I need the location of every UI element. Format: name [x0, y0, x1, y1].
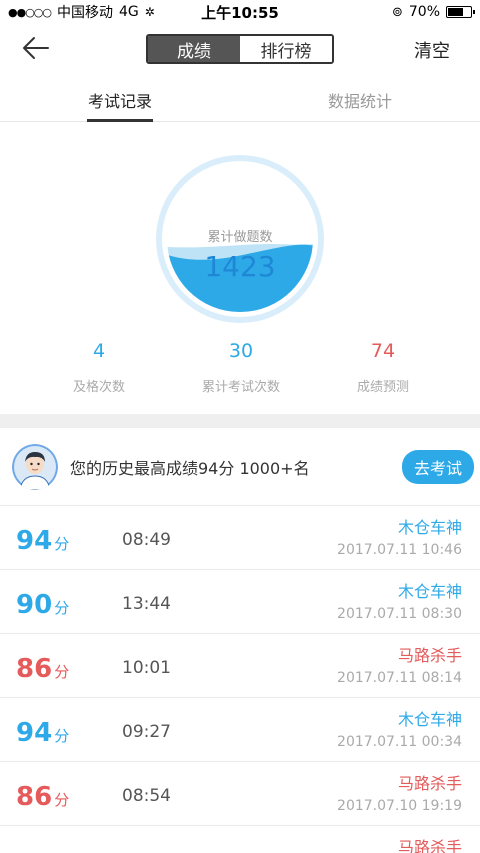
score-unit: 分: [54, 599, 70, 617]
back-arrow-icon[interactable]: [20, 34, 52, 62]
record-title: 马路杀手: [397, 838, 462, 853]
record-score: 94 分: [16, 718, 69, 748]
record-row[interactable]: 94 分 08:49 木仓车神 2017.07.11 10:46: [0, 506, 480, 570]
tab-label: 考试记录: [87, 92, 152, 111]
record-title: 马路杀手: [397, 774, 462, 793]
record-duration: 09:27: [122, 722, 171, 742]
status-bar: ●●○○○ 中国移动 4G ✲ 上午10:55 ⊚ 70%: [0, 0, 480, 24]
exam-count-label: 累计考试次数: [201, 380, 280, 395]
tab-bar: 考试记录 数据统计: [0, 74, 480, 122]
question-gauge: 累计做题数 1423: [155, 154, 325, 324]
record-score: 94 分: [16, 526, 69, 556]
best-score-row: 您的历史最高成绩94分 1000+名 去考试: [0, 428, 480, 506]
record-date: 2017.07.10 19:19: [337, 798, 462, 814]
score-number: 90: [16, 590, 53, 620]
record-row[interactable]: 86 分 08:54 马路杀手 2017.07.10 19:19: [0, 762, 480, 826]
record-row[interactable]: 94 分 09:27 木仓车神 2017.07.11 00:34: [0, 698, 480, 762]
pass-count-label: 及格次数: [72, 380, 125, 395]
record-date: 2017.07.11 08:14: [337, 670, 462, 686]
section-divider: [0, 414, 480, 428]
record-score: 86 分: [16, 654, 69, 684]
network-type: 4G: [119, 4, 139, 20]
record-date: 2017.07.11 08:30: [337, 606, 462, 622]
user-avatar-icon: [12, 443, 58, 490]
score-unit: 分: [54, 663, 70, 681]
score-unit: 分: [54, 727, 70, 745]
signal-icon: ●●○○○: [8, 5, 52, 19]
segmented-control: 成绩 排行榜: [146, 34, 334, 64]
record-row[interactable]: 86 分 10:01 马路杀手 2017.07.11 08:14: [0, 634, 480, 698]
score-unit: 分: [54, 535, 70, 553]
tab-data-stats[interactable]: 数据统计: [240, 74, 480, 121]
gauge-label: 累计做题数: [207, 230, 273, 245]
status-left: ●●○○○ 中国移动 4G ✲: [8, 2, 155, 22]
score-prediction: 74 成绩预测: [312, 340, 454, 395]
count-row: 4 及格次数 30 累计考试次数 74 成绩预测: [0, 340, 480, 395]
record-date: 2017.07.11 00:34: [337, 734, 462, 750]
segment-ranking[interactable]: 排行榜: [240, 36, 332, 62]
record-duration: 10:01: [122, 658, 171, 678]
status-right: ⊚ 70%: [391, 4, 475, 20]
battery-icon: [446, 6, 475, 18]
clear-button[interactable]: 清空: [414, 37, 450, 63]
battery-percent: 70%: [408, 4, 440, 20]
score-number: 94: [16, 526, 53, 556]
record-date: 2017.07.11 10:46: [337, 542, 462, 558]
rotation-lock-icon: ⊚: [391, 4, 403, 20]
exam-count: 30 累计考试次数: [170, 340, 312, 395]
stats-section: 累计做题数 1423 4 及格次数 30 累计考试次数 74 成绩预测: [0, 122, 480, 414]
record-title: 木仓车神: [397, 710, 462, 729]
tab-label: 数据统计: [327, 92, 392, 111]
score-number: 86: [16, 782, 53, 812]
segment-scores[interactable]: 成绩: [148, 36, 240, 62]
record-score: 86 分: [16, 782, 69, 812]
record-title: 木仓车神: [397, 582, 462, 601]
score-number: 94: [16, 718, 53, 748]
record-title: 木仓车神: [397, 518, 462, 537]
avatar: [12, 443, 58, 490]
records-list: 94 分 08:49 木仓车神 2017.07.11 10:46 90 分 13:44 木仓车神…: [0, 506, 480, 853]
record-score: 90 分: [16, 590, 69, 620]
record-duration: 13:44: [122, 594, 171, 614]
best-score-text: 您的历史最高成绩94分 1000+名: [70, 458, 310, 478]
score-prediction-label: 成绩预测: [356, 380, 409, 395]
tab-exam-records[interactable]: 考试记录: [0, 74, 240, 122]
exam-count-value: 30: [228, 340, 254, 362]
record-title: 马路杀手: [397, 646, 462, 665]
pass-count-value: 4: [92, 340, 106, 362]
gauge-value: 1423: [204, 250, 276, 283]
take-exam-button[interactable]: 去考试: [401, 449, 474, 484]
record-duration: 08:49: [122, 530, 171, 550]
score-prediction-value: 74: [370, 340, 396, 362]
record-duration: 08:54: [122, 786, 171, 806]
carrier: 中国移动: [57, 5, 113, 21]
activity-icon: ✲: [144, 5, 155, 19]
score-unit: 分: [54, 791, 70, 809]
pass-count: 4 及格次数: [28, 340, 170, 395]
score-number: 86: [16, 654, 53, 684]
record-row[interactable]: 90 分 13:44 木仓车神 2017.07.11 08:30: [0, 570, 480, 634]
nav-bar: 成绩 排行榜 清空: [0, 24, 480, 74]
record-row[interactable]: 马路杀手: [0, 826, 480, 853]
